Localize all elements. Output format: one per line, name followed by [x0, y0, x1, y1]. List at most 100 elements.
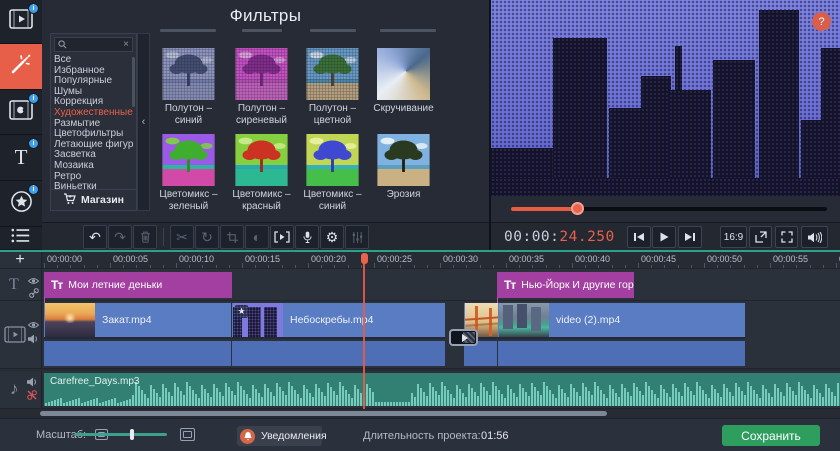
help-button[interactable]: ? [812, 12, 831, 31]
waveform-bar [819, 393, 821, 406]
waveform-bar [687, 387, 689, 406]
redo-button[interactable]: ↷ [108, 225, 132, 249]
filter-card[interactable]: Эрозия [377, 134, 430, 186]
ruler-time-label: 00:00:05 [113, 254, 148, 264]
transition-badge[interactable] [449, 329, 478, 346]
waveform-bar [360, 393, 362, 406]
ruler-tick [361, 265, 362, 268]
fullscreen-button[interactable] [775, 226, 798, 248]
video-clip[interactable]: ★Небоскребы.mp4 [232, 303, 445, 366]
filter-card[interactable]: Полутон – цветной [306, 48, 359, 100]
rotate-button[interactable]: ↻ [195, 225, 219, 249]
waveform-bar [342, 386, 344, 406]
transitions-icon [9, 100, 33, 125]
store-button[interactable]: Магазин [51, 189, 136, 210]
sidebar-item-more[interactable] [0, 227, 42, 249]
waveform-bar [795, 395, 797, 406]
delete-button[interactable] [133, 225, 157, 249]
waveform-bar [738, 387, 740, 406]
sidebar-item-transitions[interactable]: i [0, 90, 42, 135]
sidebar-item-titles[interactable]: T i [0, 135, 42, 181]
detach-player-button[interactable] [749, 226, 772, 248]
waveform-bar [81, 403, 83, 406]
category-item[interactable]: Мозаика [54, 161, 133, 172]
timeline-scrollbar[interactable] [40, 411, 607, 416]
timeline-ruler[interactable]: 00:00:0000:00:0500:00:1000:00:1500:00:20… [42, 252, 840, 269]
transition-wizard-button[interactable] [270, 225, 294, 249]
waveform-bar [837, 383, 839, 406]
waveform-bar [717, 393, 719, 406]
save-button[interactable]: Сохранить [722, 425, 820, 446]
filter-card[interactable]: Цветомикс – синий [306, 134, 359, 186]
speaker-icon[interactable] [28, 332, 39, 348]
star-badge: ★ [235, 305, 248, 318]
waveform-bar [285, 395, 287, 406]
eye-icon[interactable] [28, 317, 39, 333]
project-duration-value: 01:56 [481, 430, 509, 442]
filter-card[interactable]: Скручивание [377, 48, 430, 100]
unlink-icon[interactable] [27, 388, 37, 404]
audio-clip[interactable]: Carefree_Days.mp3 [44, 373, 840, 406]
collapse-panel-button[interactable]: ‹ [137, 33, 150, 211]
link-icon[interactable] [29, 286, 39, 302]
previous-frame-button[interactable] [627, 226, 651, 248]
aspect-ratio-button[interactable]: 16:9 [720, 226, 747, 248]
waveform-bar [120, 402, 122, 406]
waveform-bar [516, 397, 518, 406]
seek-handle[interactable] [571, 202, 584, 215]
notification-badge: i [28, 184, 39, 195]
video-clip[interactable]: Закат.mp4 [44, 303, 231, 366]
video-clip[interactable]: video (2).mp4 [498, 303, 745, 366]
clear-search-icon[interactable]: × [123, 40, 129, 50]
add-track-button[interactable]: + [9, 251, 31, 269]
clipped-filter-label [380, 29, 436, 32]
next-frame-button[interactable] [678, 226, 702, 248]
waveform-bar [585, 387, 587, 406]
playhead-marker[interactable] [361, 253, 368, 264]
city-base [491, 178, 840, 196]
audio-levels-button[interactable] [345, 225, 369, 249]
waveform-bar [288, 382, 290, 406]
waveform-bar [471, 388, 473, 406]
undo-button[interactable]: ↶ [83, 225, 107, 249]
waveform-bar [513, 393, 515, 406]
crop-button[interactable] [220, 225, 244, 249]
fit-clips-icon[interactable] [180, 428, 195, 441]
cut-button[interactable]: ✂ [170, 225, 194, 249]
timeline-zoom-slider[interactable] [75, 433, 167, 436]
waveform-bar [609, 385, 611, 406]
volume-button[interactable] [801, 226, 828, 248]
play-button[interactable] [652, 226, 676, 248]
sidebar-item-media[interactable]: i [0, 0, 42, 44]
category-scrollbar[interactable] [132, 57, 135, 107]
ruler-tick [334, 265, 335, 268]
video-clip-audio-band [232, 341, 445, 366]
waveform-bar [114, 398, 116, 406]
waveform-bar [420, 388, 422, 406]
seek-bar[interactable] [511, 207, 827, 211]
filter-card[interactable]: Полутон – синий [162, 48, 215, 100]
waveform-bar [87, 401, 89, 406]
notifications-button[interactable]: Уведомления [237, 426, 322, 446]
filter-card[interactable]: Полутон – сиреневый [235, 48, 288, 100]
ruler-tick [136, 265, 137, 268]
waveform-bar [606, 398, 608, 406]
halftone-overlay [235, 48, 288, 100]
title-clip[interactable]: TтМои летние деньки [44, 272, 232, 298]
clip-properties-button[interactable]: ⚙ [320, 225, 344, 249]
waveform-bar [438, 395, 440, 406]
filter-card[interactable]: Цветомикс – красный [235, 134, 288, 186]
record-voice-button[interactable] [295, 225, 319, 249]
category-item[interactable]: Художественные [54, 108, 133, 119]
audio-clip-label: Carefree_Days.mp3 [50, 376, 139, 387]
filter-search-input[interactable]: × [54, 37, 133, 52]
sidebar-item-filters[interactable] [0, 44, 42, 90]
filter-card[interactable]: Цветомикс – зеленый [162, 134, 215, 186]
category-item[interactable]: Все [54, 55, 133, 66]
waveform-bar [696, 382, 698, 406]
title-clip[interactable]: TтНью-Йорк И другие города. [497, 272, 634, 298]
zoom-slider-handle[interactable] [130, 429, 134, 440]
color-adjustments-button[interactable]: ◐ [245, 225, 269, 249]
waveform-bar [411, 393, 413, 406]
sidebar-item-stickers[interactable]: i [0, 181, 42, 227]
